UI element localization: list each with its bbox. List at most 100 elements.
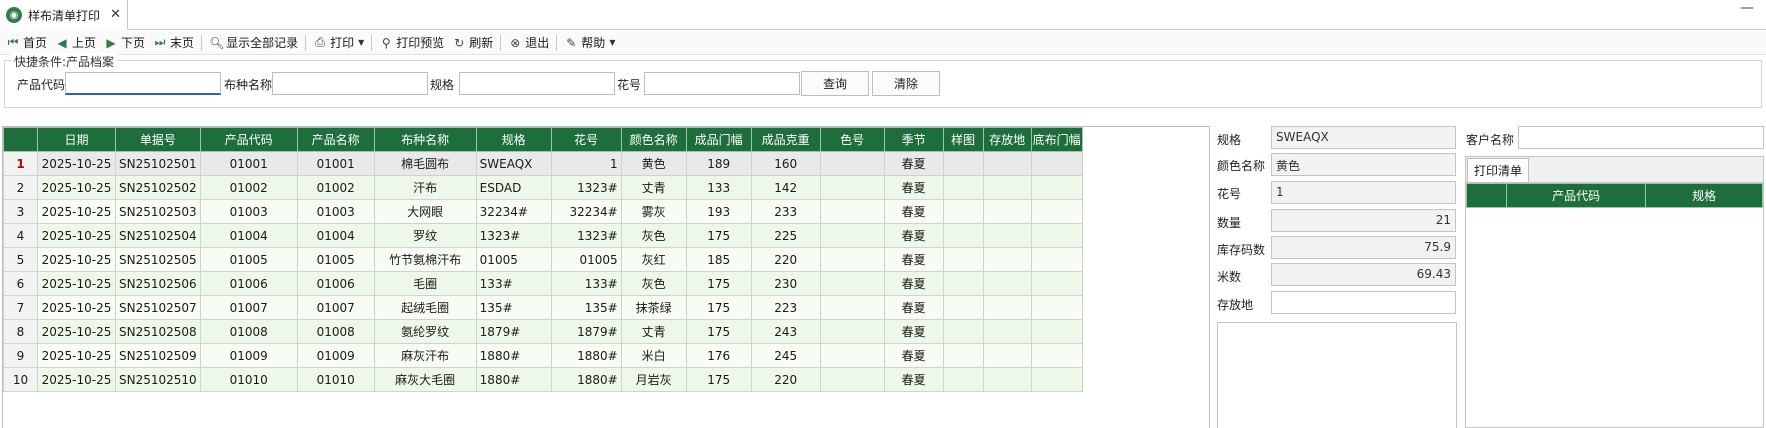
cell-code[interactable]: 01005 (199, 247, 298, 272)
cell-weight[interactable]: 243 (750, 319, 821, 344)
row-number[interactable]: 2 (3, 175, 38, 200)
table-row[interactable]: 5 2025-10-25 SN25102505 01005 01005 竹节氨棉汗布 010… (3, 247, 1083, 272)
next-page-button[interactable]: ▶ 下页 (100, 32, 149, 54)
cell-colorno[interactable] (819, 175, 885, 200)
cell-color[interactable]: 丈青 (620, 175, 687, 200)
cell-basewidth[interactable] (1030, 199, 1083, 224)
first-page-button[interactable]: ⏮ 首页 (2, 32, 51, 54)
cell-spec[interactable]: 1879# (475, 319, 552, 344)
cell-doc[interactable]: SN25102507 (115, 295, 201, 320)
cell-pattern[interactable]: 135# (550, 295, 622, 320)
cell-date[interactable]: 2025-10-25 (37, 247, 116, 272)
cell-width[interactable]: 193 (685, 199, 752, 224)
cell-width[interactable]: 133 (685, 175, 752, 200)
cell-loc[interactable] (982, 367, 1032, 392)
cell-code[interactable]: 01010 (199, 367, 298, 392)
cell-date[interactable]: 2025-10-25 (37, 199, 116, 224)
cell-pname[interactable]: 01007 (296, 295, 375, 320)
column-header[interactable]: 产品名称 (296, 127, 375, 152)
cell-weight[interactable]: 220 (750, 367, 821, 392)
cell-date[interactable]: 2025-10-25 (37, 151, 116, 176)
cell-color[interactable]: 丈青 (620, 319, 687, 344)
cell-doc[interactable]: SN25102510 (115, 367, 201, 392)
cell-loc[interactable] (982, 247, 1032, 272)
cell-basewidth[interactable] (1030, 175, 1083, 200)
cell-season[interactable]: 春夏 (883, 199, 944, 224)
cell-date[interactable]: 2025-10-25 (37, 343, 116, 368)
cell-spec[interactable]: 32234# (475, 199, 552, 224)
help-button[interactable]: ✎ 帮助 ▼ (560, 32, 619, 54)
cell-basewidth[interactable] (1030, 367, 1083, 392)
cell-pname[interactable]: 01002 (296, 175, 375, 200)
query-button[interactable]: 查询 (801, 71, 869, 96)
cell-season[interactable]: 春夏 (883, 367, 944, 392)
cell-date[interactable]: 2025-10-25 (37, 271, 116, 296)
detail-meters-field[interactable]: 69.43 (1271, 263, 1456, 286)
cell-image[interactable] (942, 343, 984, 368)
row-number[interactable]: 7 (3, 295, 38, 320)
table-row[interactable]: 10 2025-10-25 SN25102510 01010 01010 麻灰大毛圈 188… (3, 367, 1083, 392)
cell-loc[interactable] (982, 223, 1032, 248)
cell-spec[interactable]: 1323# (475, 223, 552, 248)
cell-loc[interactable] (982, 151, 1032, 176)
column-header[interactable]: 色号 (819, 127, 885, 152)
cell-loc[interactable] (982, 175, 1032, 200)
cell-colorno[interactable] (819, 223, 885, 248)
tab-print-list[interactable]: 打印清单 (1467, 158, 1529, 182)
cell-pname[interactable]: 01005 (296, 247, 375, 272)
cell-doc[interactable]: SN25102502 (115, 175, 201, 200)
cell-season[interactable]: 春夏 (883, 319, 944, 344)
refresh-button[interactable]: ↻ 刷新 (448, 32, 497, 54)
cell-basewidth[interactable] (1030, 223, 1083, 248)
cell-date[interactable]: 2025-10-25 (37, 319, 116, 344)
cell-season[interactable]: 春夏 (883, 223, 944, 248)
cell-weight[interactable]: 142 (750, 175, 821, 200)
cell-color[interactable]: 黄色 (620, 151, 687, 176)
cell-width[interactable]: 185 (685, 247, 752, 272)
row-number[interactable]: 6 (3, 271, 38, 296)
cell-date[interactable]: 2025-10-25 (37, 223, 116, 248)
cell-weight[interactable]: 225 (750, 223, 821, 248)
cell-image[interactable] (942, 151, 984, 176)
table-row[interactable]: 4 2025-10-25 SN25102504 01004 01004 罗纹 1323# 13… (3, 223, 1083, 248)
cell-weight[interactable]: 245 (750, 343, 821, 368)
cell-spec[interactable]: SWEAQX (475, 151, 552, 176)
cell-doc[interactable]: SN25102504 (115, 223, 201, 248)
detail-pattern-field[interactable]: 1 (1271, 181, 1456, 204)
cell-weight[interactable]: 233 (750, 199, 821, 224)
cell-image[interactable] (942, 247, 984, 272)
cell-spec[interactable]: 01005 (475, 247, 552, 272)
cell-code[interactable]: 01007 (199, 295, 298, 320)
cell-fabric[interactable]: 罗纹 (373, 223, 477, 248)
row-number[interactable]: 4 (3, 223, 38, 248)
cell-fabric[interactable]: 麻灰大毛圈 (373, 367, 477, 392)
print-preview-button[interactable]: ⚲ 打印预览 (375, 32, 448, 54)
cell-season[interactable]: 春夏 (883, 271, 944, 296)
cell-fabric[interactable]: 起绒毛圈 (373, 295, 477, 320)
print-list-product-code-header[interactable]: 产品代码 (1505, 183, 1647, 208)
last-page-button[interactable]: ⏭ 末页 (149, 32, 198, 54)
cell-code[interactable]: 01009 (199, 343, 298, 368)
row-number[interactable]: 9 (3, 343, 38, 368)
cell-season[interactable]: 春夏 (883, 343, 944, 368)
row-number[interactable]: 8 (3, 319, 38, 344)
cell-pattern[interactable]: 1323# (550, 223, 622, 248)
exit-button[interactable]: ⊗ 退出 (504, 32, 553, 54)
cell-colorno[interactable] (819, 319, 885, 344)
cell-spec[interactable]: 1880# (475, 343, 552, 368)
cell-colorno[interactable] (819, 343, 885, 368)
cell-basewidth[interactable] (1030, 151, 1083, 176)
cell-fabric[interactable]: 麻灰汗布 (373, 343, 477, 368)
cell-image[interactable] (942, 199, 984, 224)
cell-pname[interactable]: 01004 (296, 223, 375, 248)
cell-loc[interactable] (982, 295, 1032, 320)
cell-colorno[interactable] (819, 295, 885, 320)
cell-loc[interactable] (982, 319, 1032, 344)
cell-season[interactable]: 春夏 (883, 295, 944, 320)
cell-color[interactable]: 雾灰 (620, 199, 687, 224)
cell-doc[interactable]: SN25102509 (115, 343, 201, 368)
row-number[interactable]: 10 (3, 367, 38, 392)
cell-fabric[interactable]: 大网眼 (373, 199, 477, 224)
cell-spec[interactable]: 133# (475, 271, 552, 296)
prev-page-button[interactable]: ◀ 上页 (51, 32, 100, 54)
